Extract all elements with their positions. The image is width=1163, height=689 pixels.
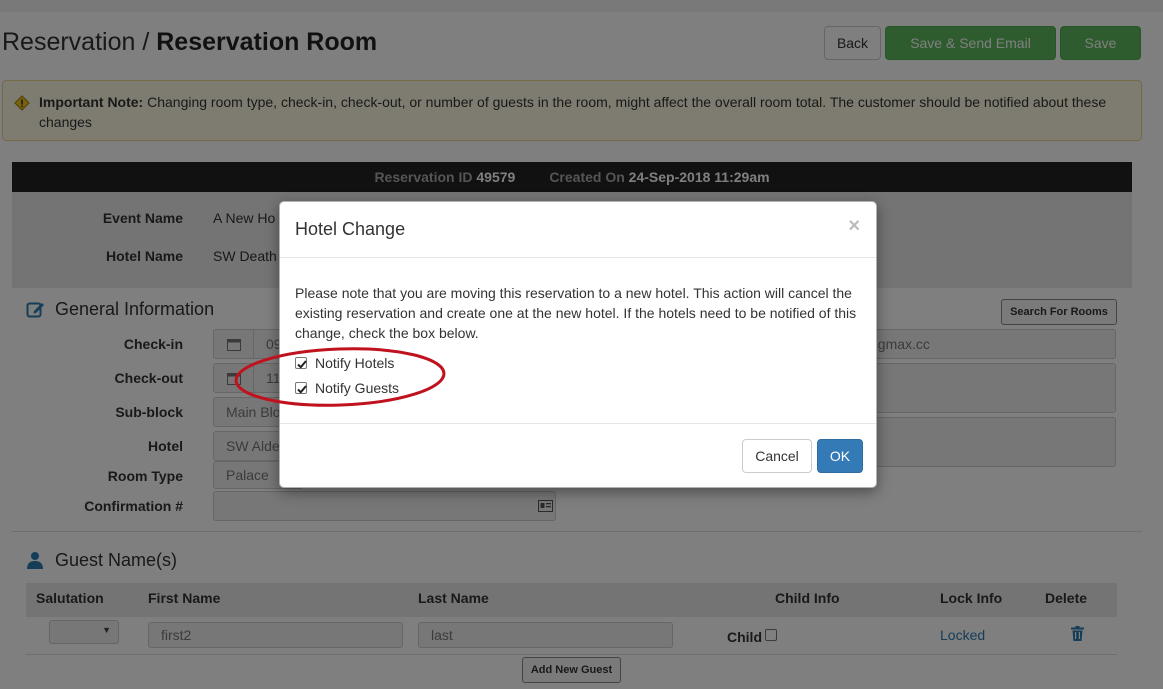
notify-hotels-checkbox[interactable]	[295, 357, 307, 369]
notify-hotels-checkbox-row[interactable]: Notify Hotels	[295, 355, 394, 371]
checkmark-icon	[297, 385, 307, 394]
notify-guests-checkbox[interactable]	[295, 382, 307, 394]
ok-button[interactable]: OK	[817, 439, 863, 473]
checkmark-icon	[297, 360, 307, 369]
modal-body-text: Please note that you are moving this res…	[295, 285, 857, 341]
notify-guests-label: Notify Guests	[315, 380, 400, 396]
notify-guests-checkbox-row[interactable]: Notify Guests	[295, 380, 399, 396]
modal-title: Hotel Change	[295, 219, 406, 239]
close-icon[interactable]: ×	[848, 215, 860, 238]
modal-footer-divider	[280, 423, 876, 424]
modal-header: Hotel Change ×	[280, 202, 876, 258]
cancel-button[interactable]: Cancel	[742, 439, 812, 473]
hotel-change-modal: Hotel Change × Please note that you are …	[279, 201, 877, 488]
notify-hotels-label: Notify Hotels	[315, 355, 395, 371]
